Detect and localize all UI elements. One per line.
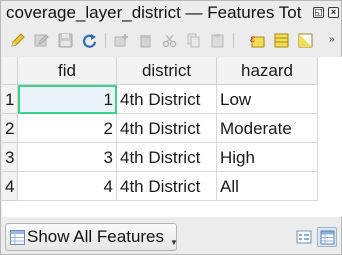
save-icon[interactable] (57, 32, 74, 49)
table-cell-hazard[interactable]: Low (217, 85, 318, 114)
pencil-edit-icon[interactable] (9, 32, 26, 49)
row-header[interactable]: 3 (2, 143, 18, 172)
copy-icon[interactable] (185, 32, 202, 49)
row-header[interactable]: 1 (2, 85, 18, 114)
filter-label: Show All Features (27, 227, 165, 246)
expression-select-icon[interactable]: ε (249, 32, 266, 49)
add-feature-icon[interactable] (113, 32, 130, 49)
table-corner[interactable] (2, 57, 18, 85)
table-cell-hazard[interactable]: Moderate (217, 114, 318, 143)
table-cell-hazard[interactable]: All (217, 172, 318, 201)
table-view-icon[interactable] (317, 227, 337, 247)
toolbar: ε » (1, 27, 341, 55)
table-cell-district[interactable]: 4th District (117, 143, 217, 172)
invert-selection-icon[interactable] (297, 32, 314, 49)
table-cell-district[interactable]: 4th District (117, 172, 217, 201)
toolbar-overflow-button[interactable]: » (329, 34, 335, 45)
table-cell-hazard[interactable]: High (217, 143, 318, 172)
column-header-fid[interactable]: fid (18, 57, 117, 85)
bottom-bar: Show All Features ▼ (1, 220, 341, 254)
multi-edit-icon[interactable] (33, 32, 50, 49)
close-icon[interactable]: × (328, 7, 339, 18)
table-cell-fid[interactable]: 3 (18, 143, 117, 172)
table-filter-icon (10, 230, 25, 245)
title-bar[interactable]: coverage_layer_district — Features Tot ◱… (1, 1, 341, 27)
paste-icon[interactable] (209, 32, 226, 49)
select-all-icon[interactable] (273, 32, 290, 49)
row-header[interactable]: 2 (2, 114, 18, 143)
float-icon[interactable]: ◱ (313, 7, 324, 18)
row-header[interactable]: 4 (2, 172, 18, 201)
chevron-down-icon: ▼ (170, 238, 178, 247)
show-features-filter-button[interactable]: Show All Features ▼ (5, 223, 178, 251)
table-cell-district[interactable]: 4th District (117, 114, 217, 143)
column-header-hazard[interactable]: hazard (217, 57, 318, 85)
table-cell-fid[interactable]: 4 (18, 172, 117, 201)
reload-icon[interactable] (81, 32, 98, 49)
cut-icon[interactable] (161, 32, 178, 49)
attribute-table: fid district hazard 1 1 4th District Low… (2, 57, 342, 217)
table-cell-fid[interactable]: 2 (18, 114, 117, 143)
form-view-icon[interactable] (294, 227, 314, 247)
column-header-district[interactable]: district (117, 57, 217, 85)
window-title: coverage_layer_district — Features Tot (6, 3, 302, 22)
svg-text:ε: ε (250, 34, 255, 45)
table-cell-district[interactable]: 4th District (117, 85, 217, 114)
table-cell-fid[interactable]: 1 (18, 85, 117, 114)
attribute-table-window: coverage_layer_district — Features Tot ◱… (0, 0, 342, 255)
delete-feature-icon[interactable] (137, 32, 154, 49)
